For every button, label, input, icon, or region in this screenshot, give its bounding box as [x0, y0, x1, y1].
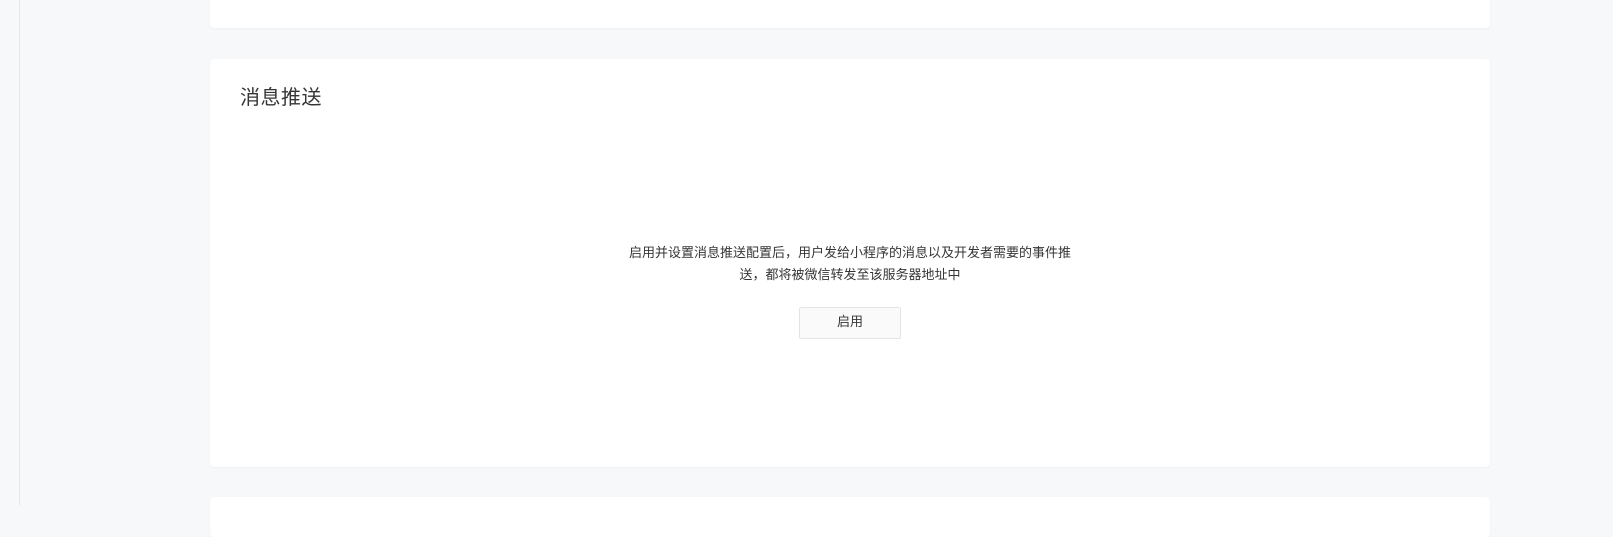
enable-button[interactable]: 启用: [799, 307, 901, 339]
message-push-card: 消息推送 启用并设置消息推送配置后，用户发给小程序的消息以及开发者需要的事件推 …: [210, 59, 1490, 467]
section-title: 消息推送: [240, 85, 322, 109]
left-sidebar-edge: [0, 0, 20, 505]
description-line-2: 送，都将被微信转发至该服务器地址中: [739, 268, 961, 283]
message-push-empty-state: 启用并设置消息推送配置后，用户发给小程序的消息以及开发者需要的事件推 送，都将被…: [210, 243, 1490, 339]
next-section-card: [210, 497, 1490, 537]
description-line-1: 启用并设置消息推送配置后，用户发给小程序的消息以及开发者需要的事件推: [628, 246, 1071, 261]
previous-section-card: [210, 0, 1490, 28]
message-push-description: 启用并设置消息推送配置后，用户发给小程序的消息以及开发者需要的事件推 送，都将被…: [600, 243, 1100, 287]
